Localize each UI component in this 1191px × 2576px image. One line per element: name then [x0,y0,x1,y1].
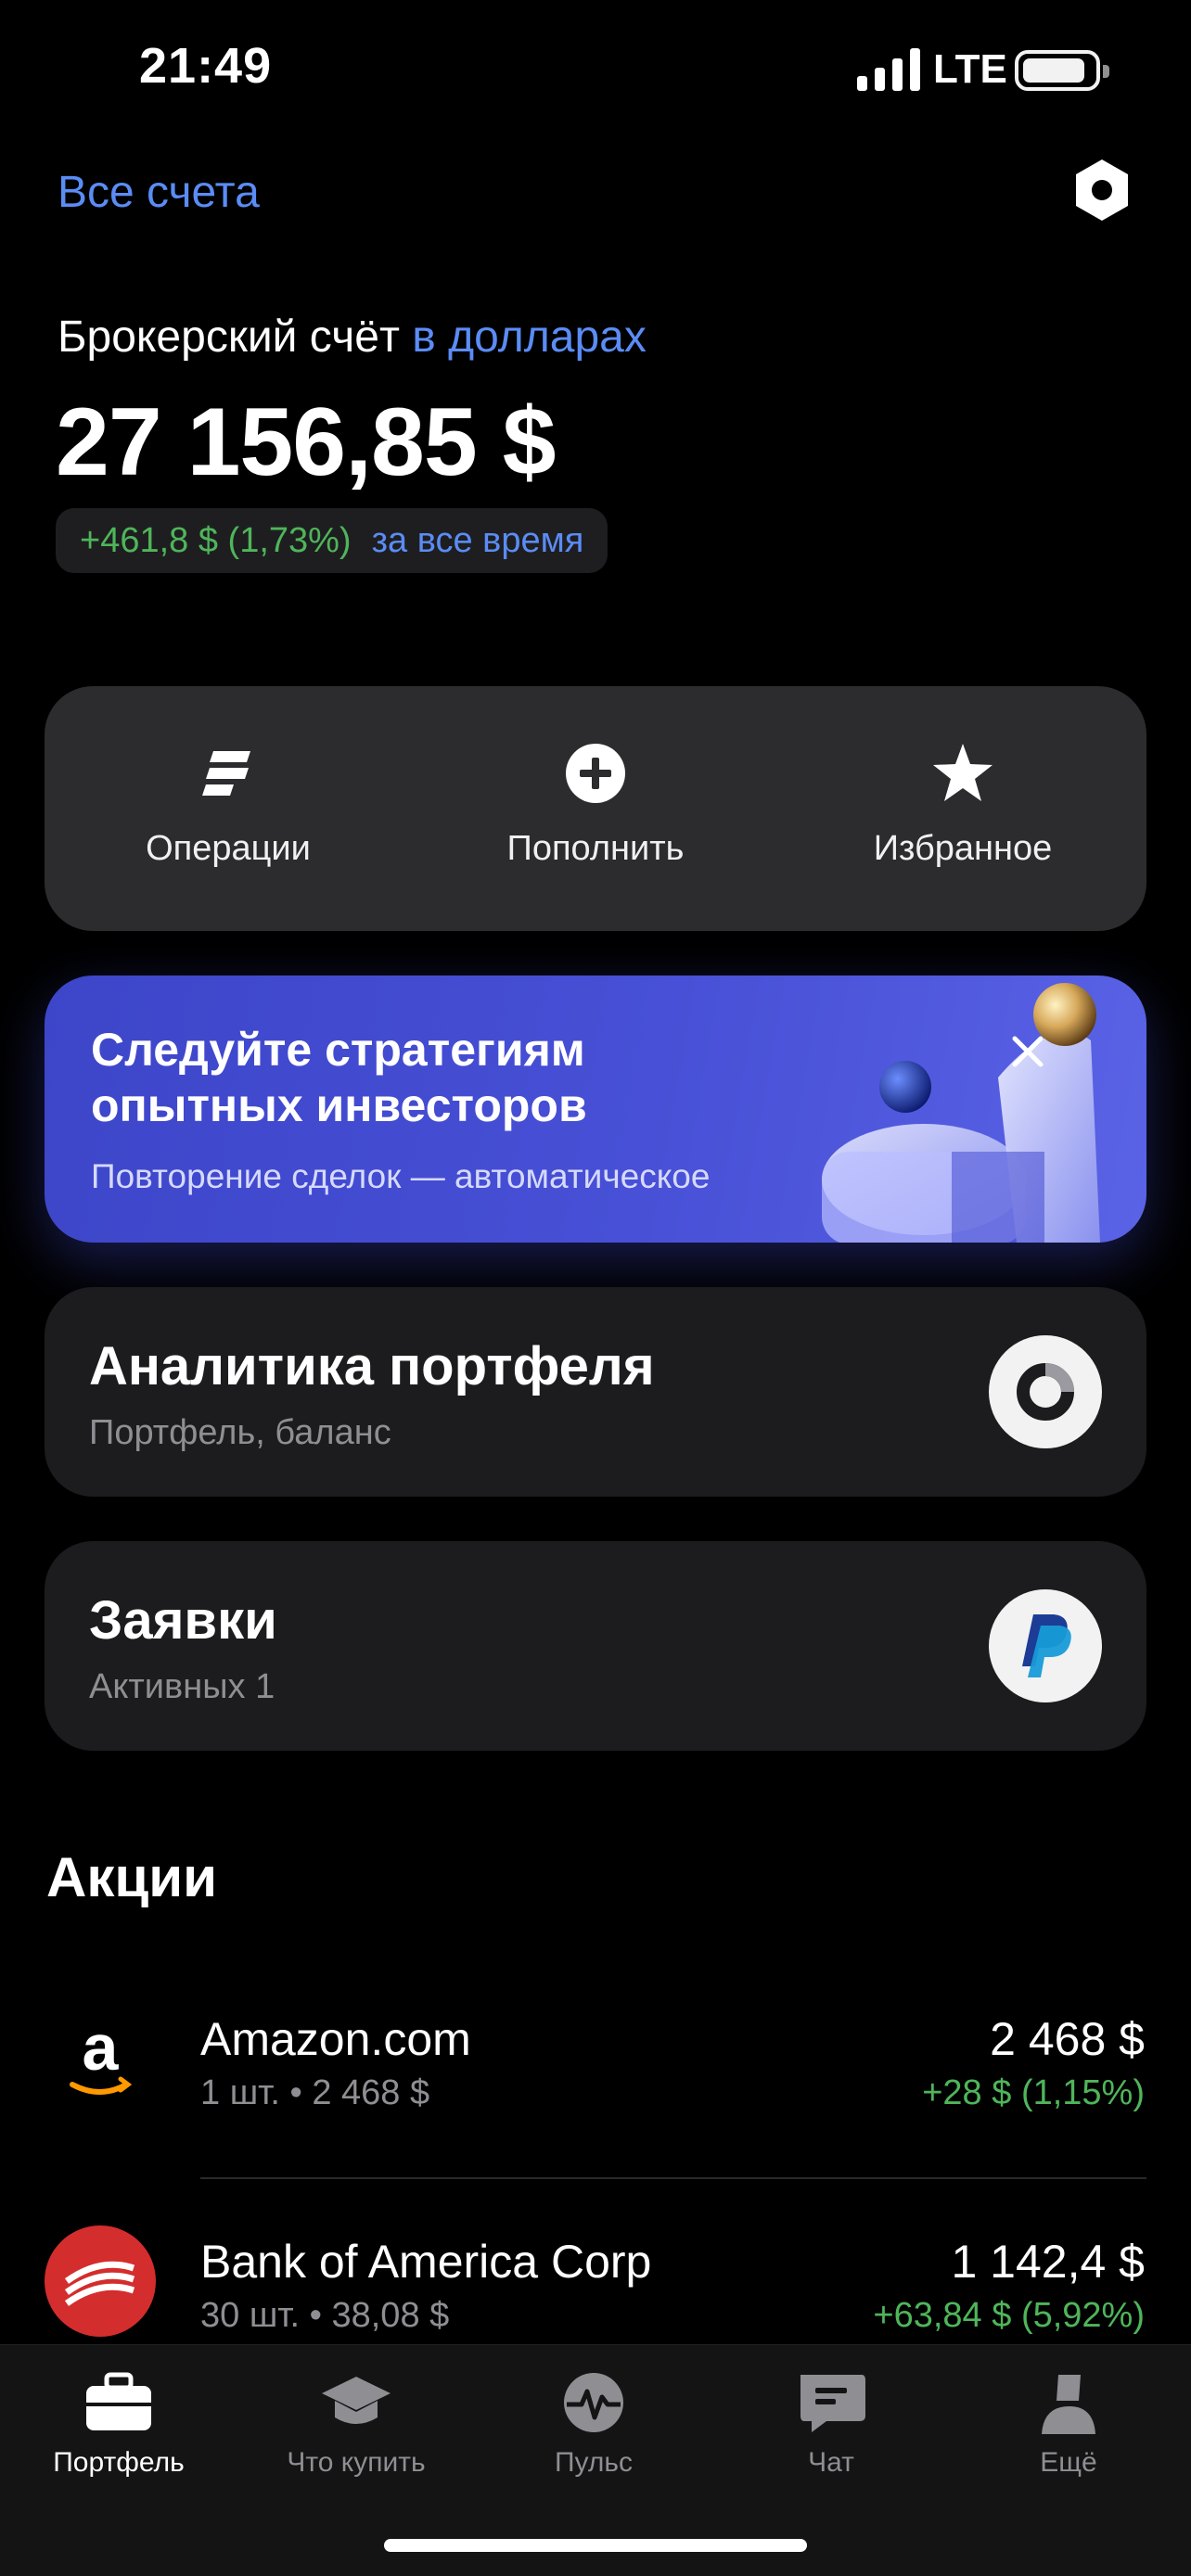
briefcase-icon [86,2372,151,2430]
account-currency-link[interactable]: в долларах [412,312,647,362]
analytics-subtitle: Портфель, баланс [89,1413,391,1452]
stock-change: +63,84 $ (5,92%) [873,2296,1145,2335]
stock-meta: 30 шт. • 38,08 $ [200,2296,450,2335]
orders-title: Заявки [89,1590,277,1651]
stock-price: 1 142,4 $ [951,2236,1145,2288]
graduation-cap-icon [322,2377,391,2424]
battery-icon [1015,50,1109,91]
tab-label: Чат [808,2447,854,2478]
orders-card[interactable]: Заявки Активных 1 [45,1541,1146,1751]
top-up-label: Пополнить [506,829,685,868]
amazon-logo-icon: a [45,2003,156,2114]
status-bar: 21:49 LTE [0,0,1191,139]
tab-more[interactable]: Ещё [950,2369,1187,2479]
tab-chat[interactable]: Чат [712,2369,950,2479]
strategy-promo-banner[interactable]: Следуйте стратегиям опытных инвесторов П… [45,976,1146,1243]
pnl-period[interactable]: за все время [372,521,584,561]
list-divider [200,2177,1146,2179]
stock-name: Amazon.com [200,2013,471,2065]
tab-portfolio[interactable]: Портфель [0,2369,237,2479]
portfolio-balance: 27 156,85 $ [56,389,556,496]
stock-row-amazon[interactable]: a Amazon.com 1 шт. • 2 468 $ 2 468 $ +28… [0,2003,1191,2207]
pnl-value: +461,8 $ (1,73%) [80,520,352,560]
tab-label: Ещё [1040,2447,1097,2478]
stock-meta: 1 шт. • 2 468 $ [200,2073,430,2112]
chat-icon [800,2375,865,2432]
paypal-logo-icon [989,1589,1102,1702]
favorites-button[interactable]: Избранное [779,686,1146,931]
operations-label: Операции [146,829,311,868]
tab-label: Что купить [287,2447,426,2478]
quick-actions: Операции Пополнить Избранное [45,686,1146,931]
stock-price: 2 468 $ [990,2013,1145,2065]
tab-label: Портфель [53,2447,185,2478]
stocks-section-title: Акции [46,1846,218,1908]
all-accounts-link[interactable]: Все счета [58,167,260,218]
tab-label: Пульс [554,2447,634,2478]
operations-icon [202,751,250,796]
tab-what-to-buy[interactable]: Что купить [237,2369,475,2479]
star-icon [933,744,992,801]
bank-of-america-logo-icon [45,2225,156,2337]
home-indicator [384,2539,807,2552]
pulse-icon [564,2373,623,2432]
account-title-prefix: Брокерский счёт [58,312,400,362]
account-title[interactable]: Брокерский счёт в долларах [58,312,647,363]
stock-change: +28 $ (1,15%) [922,2073,1145,2112]
stock-name: Bank of America Corp [200,2236,652,2288]
pnl-chip[interactable]: +461,8 $ (1,73%) за все время [56,508,608,573]
profile-icon [1042,2375,1095,2434]
promo-title: Следуйте стратегиям опытных инвесторов [91,1024,587,1131]
portfolio-analytics-card[interactable]: Аналитика портфеля Портфель, баланс [45,1287,1146,1497]
analytics-title: Аналитика портфеля [89,1336,655,1396]
analytics-chart-icon [989,1335,1102,1448]
plus-circle-icon [566,744,625,803]
favorites-label: Избранное [873,829,1053,868]
orders-subtitle: Активных 1 [89,1667,275,1706]
svg-text:a: a [83,2011,120,2084]
promo-subtitle: Повторение сделок — автоматическое [91,1157,711,1195]
promo-illustration [822,983,1100,1243]
gear-icon[interactable] [1072,158,1132,223]
operations-button[interactable]: Операции [45,686,412,931]
top-up-button[interactable]: Пополнить [412,686,779,931]
status-time: 21:49 [139,38,273,94]
signal-icon [857,48,920,91]
tab-pulse[interactable]: Пульс [475,2369,712,2479]
close-icon[interactable] [1004,1027,1052,1076]
network-type: LTE [933,46,1007,92]
